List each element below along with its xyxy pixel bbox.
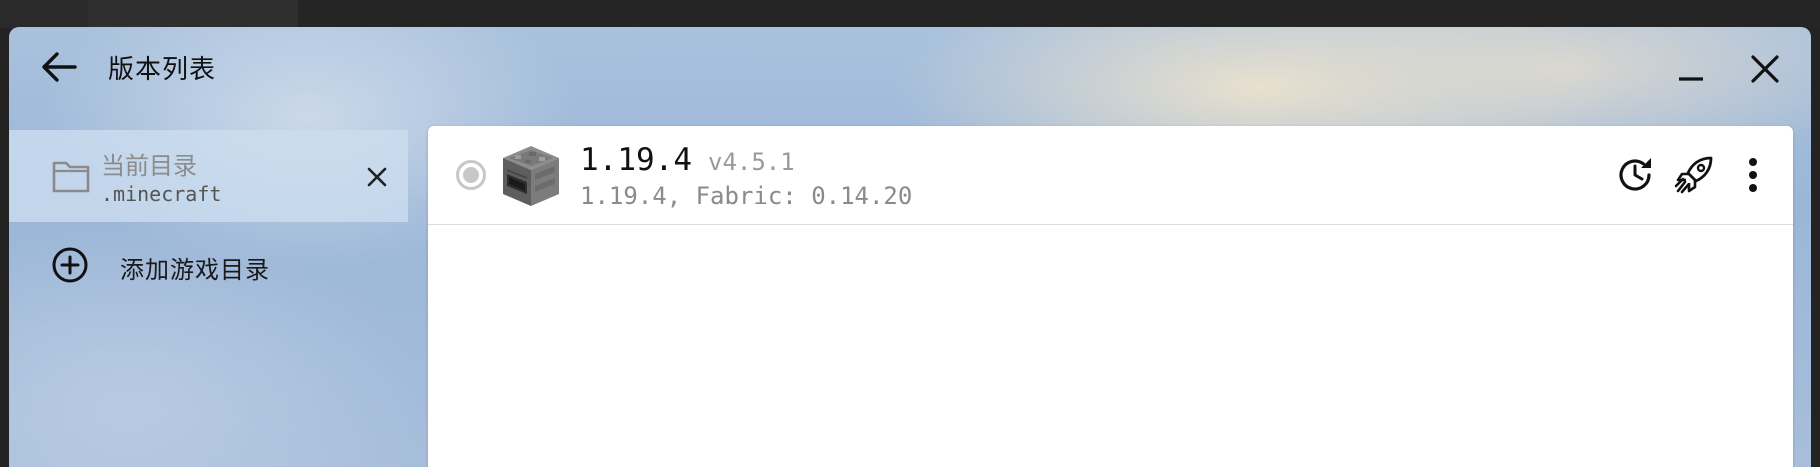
add-game-directory-label: 添加游戏目录 [120,256,270,284]
version-description: 1.19.4, Fabric: 0.14.20 [580,182,913,210]
version-name: 1.19.4 [580,142,692,178]
back-button[interactable] [37,45,81,89]
version-history-button[interactable] [1613,153,1657,197]
title-bar: 版本列表 [9,27,1811,102]
more-options-button[interactable] [1731,153,1775,197]
remove-directory-button[interactable] [363,163,391,191]
version-list: 1.19.4 v4.5.1 1.19.4, Fabric: 0.14.20 [428,126,1793,467]
background-panel-1 [0,0,88,28]
history-icon [1619,158,1651,191]
rocket-icon [1674,156,1713,194]
furnace-block-icon [503,146,559,206]
background-taskbar [0,0,1820,28]
more-vertical-icon [1749,158,1757,192]
background-panel-3 [298,0,1820,28]
minimize-button[interactable] [1669,47,1713,91]
page-title: 版本列表 [108,55,217,85]
folder-icon [52,161,90,193]
directory-name: 当前目录 [101,152,197,180]
close-icon [367,167,387,187]
close-button[interactable] [1743,47,1787,91]
version-select-radio[interactable] [456,160,486,190]
add-circle-icon [52,247,88,283]
radio-dot [463,167,479,183]
version-tag: v4.5.1 [708,148,795,176]
version-row[interactable]: 1.19.4 v4.5.1 1.19.4, Fabric: 0.14.20 [428,126,1793,225]
background-panel-2 [88,0,298,28]
close-icon [1751,55,1779,83]
launch-game-button[interactable] [1672,153,1716,197]
directory-item-current[interactable]: 当前目录 .minecraft [9,130,408,222]
version-list-dialog: 版本列表 当前目录 .minecraft 添加游戏目录 1.19.4 v4.5.… [9,27,1811,467]
minimize-icon [1679,77,1703,81]
directory-path: .minecraft [101,182,222,206]
add-game-directory-button[interactable]: 添加游戏目录 [9,226,408,304]
arrow-left-icon [42,52,77,82]
